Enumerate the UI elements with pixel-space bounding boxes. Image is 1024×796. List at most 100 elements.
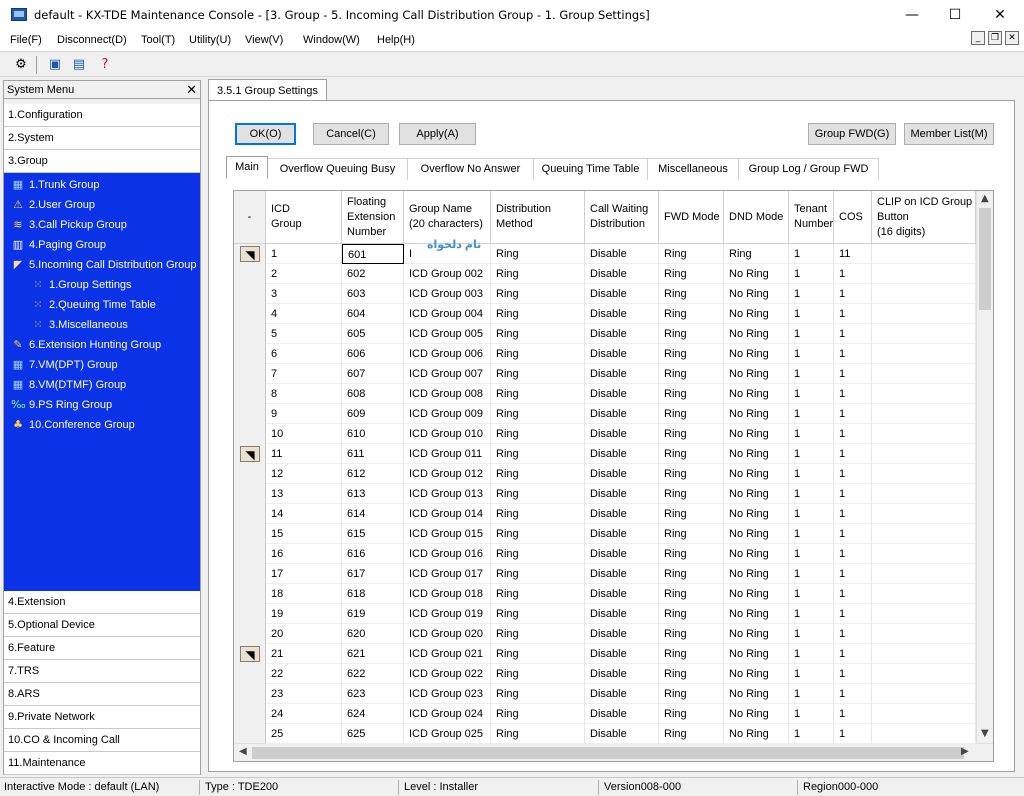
cell-group-name[interactable]: ICD Group 016 [404,544,491,564]
cell-call-waiting-distribution[interactable]: Disable [585,664,659,684]
cell-floating-extension-number[interactable]: 606 [342,344,404,364]
column-header-cos[interactable]: COS [834,191,872,244]
cell-dnd-mode[interactable]: Ring [724,244,789,264]
cell-clip-on-icd-group-button[interactable] [872,404,976,424]
cell-distribution-method[interactable]: Ring [491,524,585,544]
column-header-icd-group[interactable]: ICD Group [266,191,342,244]
tab-group-settings[interactable]: 3.5.1 Group Settings [208,79,327,101]
cell-group-name[interactable]: ICD Group 009 [404,404,491,424]
category-private-network[interactable]: 9.Private Network [4,706,200,729]
minimize-button[interactable]: — [897,4,927,26]
cell-dnd-mode[interactable]: No Ring [724,344,789,364]
cell-cos[interactable]: 1 [834,384,872,404]
cell-distribution-method[interactable]: Ring [491,404,585,424]
menu-tool[interactable]: Tool(T) [141,34,175,46]
cell-cos[interactable]: 1 [834,684,872,704]
cell-group-name[interactable]: ICD Group 002 [404,264,491,284]
cell-cos[interactable]: 1 [834,604,872,624]
cell-clip-on-icd-group-button[interactable] [872,304,976,324]
cell-distribution-method[interactable]: Ring [491,544,585,564]
cell-tenant-number[interactable]: 1 [789,244,834,264]
cell-clip-on-icd-group-button[interactable] [872,704,976,724]
cell-fwd-mode[interactable]: Ring [659,384,724,404]
cell-tenant-number[interactable]: 1 [789,704,834,724]
cell-floating-extension-number[interactable]: 607 [342,364,404,384]
cell-group-name[interactable]: ICD Group 015 [404,524,491,544]
column-header-distribution-method[interactable]: Distribution Method [491,191,585,244]
cell-call-waiting-distribution[interactable]: Disable [585,264,659,284]
cell-dnd-mode[interactable]: No Ring [724,444,789,464]
cell-tenant-number[interactable]: 1 [789,364,834,384]
cell-call-waiting-distribution[interactable]: Disable [585,244,659,264]
column-header-fwd-mode[interactable]: FWD Mode [659,191,724,244]
cell-group-name[interactable]: ICD Group 023 [404,684,491,704]
scroll-up-icon[interactable]: ▲ [981,193,989,204]
cell-group-name[interactable]: ICD Group 006 [404,344,491,364]
cell-tenant-number[interactable]: 1 [789,264,834,284]
cell-tenant-number[interactable]: 1 [789,284,834,304]
cell-call-waiting-distribution[interactable]: Disable [585,464,659,484]
tab-group-log-group-fwd[interactable]: Group Log / Group FWD [739,158,879,180]
apply-button[interactable]: Apply(A) [399,123,476,145]
cell-clip-on-icd-group-button[interactable] [872,284,976,304]
cell-distribution-method[interactable]: Ring [491,584,585,604]
cell-distribution-method[interactable]: Ring [491,244,585,264]
cell-fwd-mode[interactable]: Ring [659,444,724,464]
cell-dnd-mode[interactable]: No Ring [724,684,789,704]
cell-tenant-number[interactable]: 1 [789,544,834,564]
scroll-down-icon[interactable]: ▼ [981,728,989,739]
cell-cos[interactable]: 1 [834,544,872,564]
table-corner[interactable]: - [234,191,266,244]
cell-dnd-mode[interactable]: No Ring [724,604,789,624]
cell-call-waiting-distribution[interactable]: Disable [585,424,659,444]
cell-cos[interactable]: 1 [834,324,872,344]
cell-group-name[interactable]: ICD Group 003 [404,284,491,304]
cell-cos[interactable]: 1 [834,724,872,744]
group-fwd-button[interactable]: Group FWD(G) [808,123,896,145]
cell-tenant-number[interactable]: 1 [789,504,834,524]
mdi-restore-icon[interactable]: ❐ [988,31,1002,45]
cell-tenant-number[interactable]: 1 [789,444,834,464]
cell-floating-extension-number[interactable]: 611 [342,444,404,464]
cell-clip-on-icd-group-button[interactable] [872,724,976,744]
cell-floating-extension-number[interactable]: 621 [342,644,404,664]
cell-cos[interactable]: 1 [834,624,872,644]
cell-call-waiting-distribution[interactable]: Disable [585,344,659,364]
cell-clip-on-icd-group-button[interactable] [872,584,976,604]
cell-clip-on-icd-group-button[interactable] [872,244,976,264]
cell-call-waiting-distribution[interactable]: Disable [585,324,659,344]
cell-distribution-method[interactable]: Ring [491,624,585,644]
cell-clip-on-icd-group-button[interactable] [872,664,976,684]
close-button[interactable]: ✕ [985,4,1015,26]
cell-call-waiting-distribution[interactable]: Disable [585,544,659,564]
cell-floating-extension-number[interactable]: 624 [342,704,404,724]
cell-floating-extension-number[interactable]: 622 [342,664,404,684]
cell-distribution-method[interactable]: Ring [491,344,585,364]
cell-distribution-method[interactable]: Ring [491,264,585,284]
save-icon[interactable]: ▣ [46,56,64,74]
cell-clip-on-icd-group-button[interactable] [872,344,976,364]
cell-tenant-number[interactable]: 1 [789,324,834,344]
cell-distribution-method[interactable]: Ring [491,364,585,384]
cell-clip-on-icd-group-button[interactable] [872,684,976,704]
cell-fwd-mode[interactable]: Ring [659,604,724,624]
cell-group-name[interactable]: ICD Group 025 [404,724,491,744]
vertical-scroll-thumb[interactable] [979,208,991,310]
category-trs[interactable]: 7.TRS [4,660,200,683]
cell-distribution-method[interactable]: Ring [491,384,585,404]
vertical-scrollbar[interactable]: ▲ ▼ [976,191,993,743]
cell-fwd-mode[interactable]: Ring [659,684,724,704]
cell-clip-on-icd-group-button[interactable] [872,564,976,584]
cell-cos[interactable]: 1 [834,264,872,284]
cell-fwd-mode[interactable]: Ring [659,624,724,644]
cell-floating-extension-number[interactable]: 612 [342,464,404,484]
cell-group-name[interactable]: ICD Group 012 [404,464,491,484]
cell-call-waiting-distribution[interactable]: Disable [585,684,659,704]
cell-distribution-method[interactable]: Ring [491,564,585,584]
tab-queuing-time-table[interactable]: Queuing Time Table [534,158,648,180]
cell-cos[interactable]: 1 [834,444,872,464]
cell-clip-on-icd-group-button[interactable] [872,484,976,504]
cell-cos[interactable]: 1 [834,504,872,524]
cell-call-waiting-distribution[interactable]: Disable [585,624,659,644]
cell-fwd-mode[interactable]: Ring [659,324,724,344]
